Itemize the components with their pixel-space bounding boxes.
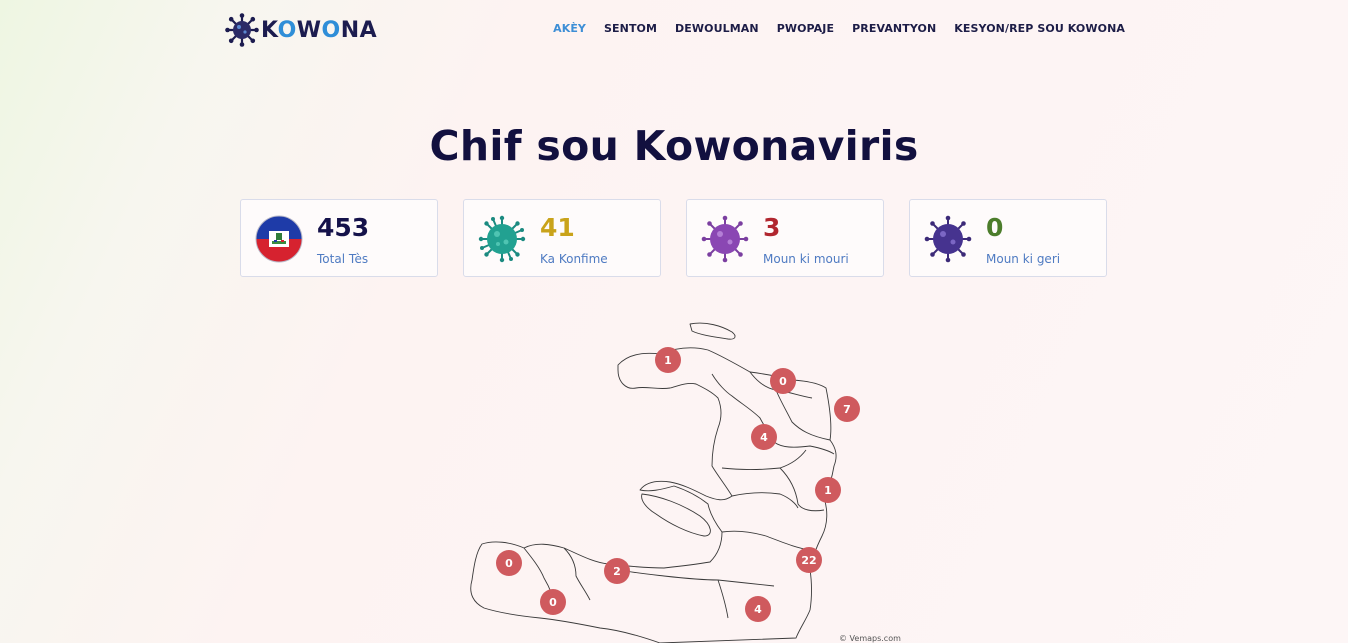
page-title: Chif sou Kowonaviris <box>429 122 919 170</box>
logo-text: KOWONA <box>261 17 378 43</box>
green-virus-icon <box>478 215 526 263</box>
map-marker[interactable]: 1 <box>655 347 681 373</box>
nav-item-dewoulman[interactable]: DEWOULMAN <box>675 22 759 35</box>
map-marker[interactable]: 7 <box>834 396 860 422</box>
stat-value: 3 <box>763 213 781 242</box>
stat-label: Ka Konfime <box>540 252 608 266</box>
stat-label: Total Tès <box>317 252 369 266</box>
nav-item-pwopaje[interactable]: PWOPAJE <box>777 22 834 35</box>
haiti-flag-icon <box>255 215 303 263</box>
stat-value: 453 <box>317 213 370 242</box>
map-marker[interactable]: 2 <box>604 558 630 584</box>
map-marker[interactable]: 22 <box>796 547 822 573</box>
map-marker[interactable]: 4 <box>751 424 777 450</box>
map-marker[interactable]: 1 <box>815 477 841 503</box>
nav-item-kesyon-rep[interactable]: KESYON/REP SOU KOWONA <box>954 22 1125 35</box>
dept-line-5 <box>721 449 807 470</box>
stat-label: Moun ki mouri <box>763 252 849 266</box>
main-nav: AKÈY SENTOM DEWOULMAN PWOPAJE PREVANTYON… <box>553 22 1125 35</box>
tortuga-island <box>689 322 736 340</box>
map-credit: © Vemaps.com <box>839 634 901 643</box>
map-marker[interactable]: 4 <box>745 596 771 622</box>
dept-line-12 <box>717 579 729 619</box>
dept-line-11 <box>609 567 775 587</box>
map-marker[interactable]: 0 <box>496 550 522 576</box>
map-marker[interactable]: 0 <box>540 589 566 615</box>
haiti-map: 1 0 7 4 1 22 0 2 0 4 © Vemaps.com <box>460 318 901 643</box>
stat-card-recovered: 0 Moun ki geri <box>909 199 1107 277</box>
logo[interactable]: KOWONA <box>225 13 377 47</box>
dept-line-3 <box>775 389 831 441</box>
site-header: KOWONA AKÈY SENTOM DEWOULMAN PWOPAJE PRE… <box>0 0 1348 60</box>
virus-icon <box>225 13 259 47</box>
nav-item-sentom[interactable]: SENTOM <box>604 22 657 35</box>
stat-card-confirmed: 41 Ka Konfime <box>463 199 661 277</box>
stat-card-deaths: 3 Moun ki mouri <box>686 199 884 277</box>
dept-line-9 <box>563 547 591 601</box>
stat-label: Moun ki geri <box>986 252 1061 266</box>
map-marker[interactable]: 0 <box>770 368 796 394</box>
stat-card-total-tests: 453 Total Tès <box>240 199 438 277</box>
purple-virus-icon <box>701 215 749 263</box>
dept-line-8 <box>721 530 811 551</box>
gonave-island <box>641 493 711 537</box>
stat-value: 0 <box>986 213 1004 242</box>
stat-value: 41 <box>540 213 575 242</box>
dark-purple-virus-icon <box>924 215 972 263</box>
dept-line-7 <box>731 492 799 509</box>
nav-item-prevantyon[interactable]: PREVANTYON <box>852 22 936 35</box>
nav-item-akey[interactable]: AKÈY <box>553 22 586 35</box>
